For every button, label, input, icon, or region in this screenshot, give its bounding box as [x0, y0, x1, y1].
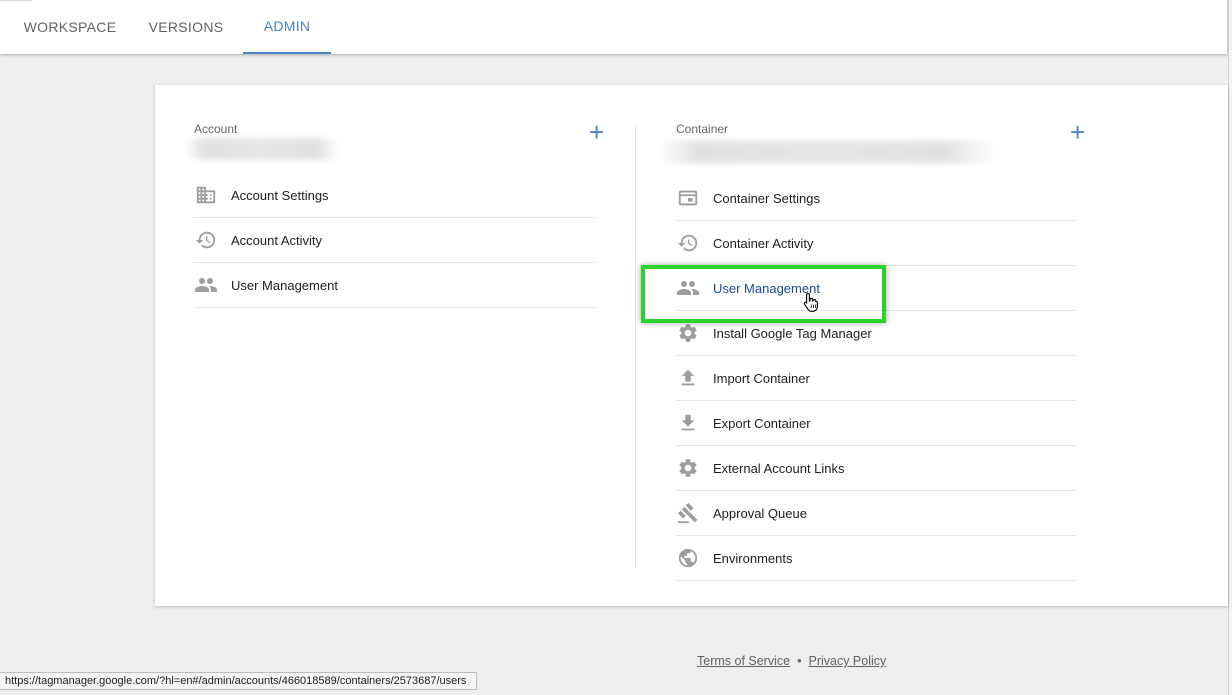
- container-activity-label: Container Activity: [713, 235, 814, 251]
- account-settings-item[interactable]: Account Settings: [194, 173, 595, 218]
- tab-versions[interactable]: VERSIONS: [140, 0, 232, 54]
- people-icon: [676, 276, 700, 300]
- environments-item[interactable]: Environments: [676, 536, 1076, 581]
- account-section-label: Account: [194, 122, 238, 136]
- container-settings-label: Container Settings: [713, 190, 820, 206]
- footer-separator: •: [797, 654, 802, 668]
- upload-icon: [676, 366, 700, 390]
- window-icon: [676, 186, 700, 210]
- gear-icon: [676, 456, 700, 480]
- download-icon: [676, 411, 700, 435]
- add-container-plus-icon[interactable]: +: [1070, 119, 1085, 145]
- top-tab-bar: WORKSPACE VERSIONS ADMIN: [0, 0, 1228, 54]
- export-container-item[interactable]: Export Container: [676, 401, 1076, 446]
- account-user-management-item[interactable]: User Management: [194, 263, 595, 308]
- approval-queue-label: Approval Queue: [713, 505, 807, 521]
- container-name-redacted: [657, 141, 997, 163]
- import-container-label: Import Container: [713, 370, 810, 386]
- hand-cursor-icon: [803, 292, 818, 312]
- account-settings-label: Account Settings: [231, 187, 329, 203]
- account-activity-item[interactable]: Account Activity: [194, 218, 595, 263]
- tab-workspace[interactable]: WORKSPACE: [12, 0, 128, 54]
- install-gtm-item[interactable]: Install Google Tag Manager: [676, 311, 1076, 356]
- container-user-management-item[interactable]: User Management: [676, 266, 1076, 311]
- account-name-redacted: [185, 138, 340, 160]
- install-gtm-label: Install Google Tag Manager: [713, 325, 872, 341]
- import-container-item[interactable]: Import Container: [676, 356, 1076, 401]
- add-account-plus-icon[interactable]: +: [589, 119, 604, 145]
- globe-icon: [676, 546, 700, 570]
- admin-card: Account + Account Settings Account Activ…: [155, 85, 1228, 606]
- column-divider: [635, 125, 636, 567]
- external-account-links-item[interactable]: External Account Links: [676, 446, 1076, 491]
- external-account-links-label: External Account Links: [713, 460, 845, 476]
- tab-admin[interactable]: ADMIN: [243, 0, 331, 54]
- history-icon: [676, 231, 700, 255]
- footer: Terms of Service • Privacy Policy: [697, 654, 886, 668]
- container-settings-item[interactable]: Container Settings: [676, 176, 1076, 221]
- approval-queue-item[interactable]: Approval Queue: [676, 491, 1076, 536]
- export-container-label: Export Container: [713, 415, 811, 431]
- container-section-label: Container: [676, 122, 729, 136]
- gear-icon: [676, 321, 700, 345]
- terms-of-service-link[interactable]: Terms of Service: [697, 654, 790, 668]
- status-bar-url: https://tagmanager.google.com/?hl=en#/ad…: [0, 672, 478, 690]
- environments-label: Environments: [713, 550, 793, 566]
- people-icon: [194, 273, 218, 297]
- history-icon: [194, 228, 218, 252]
- gavel-icon: [676, 501, 700, 525]
- container-activity-item[interactable]: Container Activity: [676, 221, 1076, 266]
- window-edge: [1228, 0, 1232, 695]
- account-activity-label: Account Activity: [231, 232, 323, 248]
- account-user-management-label: User Management: [231, 277, 338, 293]
- building-icon: [194, 183, 218, 207]
- privacy-policy-link[interactable]: Privacy Policy: [808, 654, 886, 668]
